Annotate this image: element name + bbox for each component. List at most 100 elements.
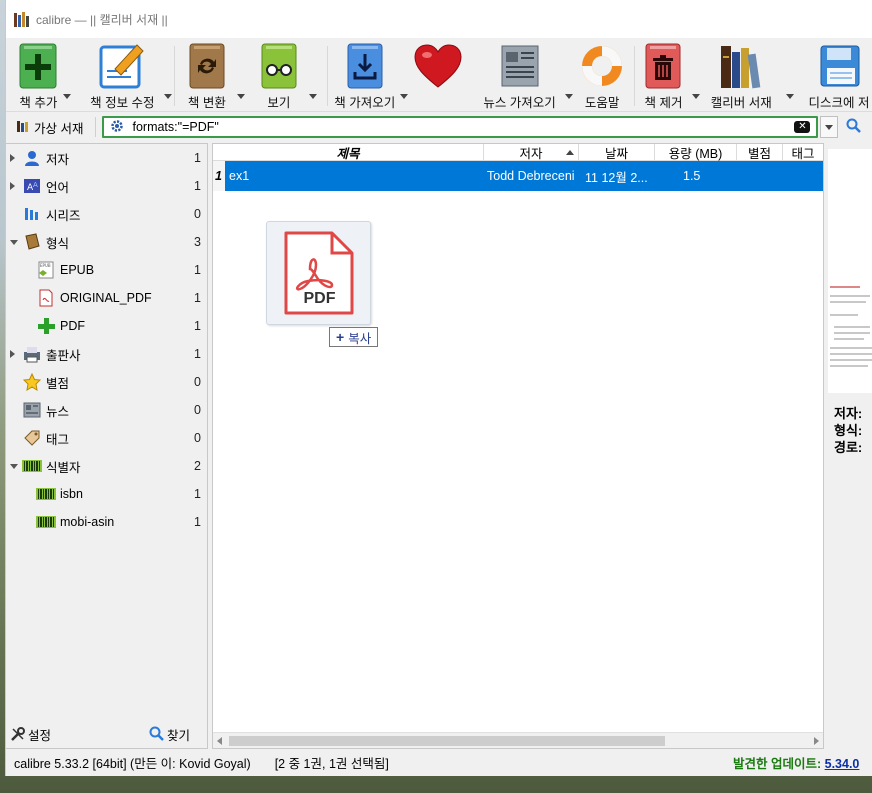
get-books-dropdown[interactable] <box>399 94 408 99</box>
horizontal-scrollbar[interactable] <box>213 732 823 748</box>
view-button[interactable]: 보기 <box>257 40 301 111</box>
book-size-cell[interactable]: 1.5 <box>655 169 737 183</box>
tag-browser-item-count: 1 <box>194 263 201 277</box>
donate-button[interactable] <box>412 40 465 92</box>
fetch-news-dropdown[interactable] <box>564 94 573 99</box>
main-area: 저자 1 A A 언어 1 시리즈 0 형식 3 EPUB EPUB 1 ORIGINAL_PDF 1 PDF… <box>6 143 872 749</box>
book-date-cell[interactable]: 11 12월 2... <box>579 167 655 186</box>
tag-browser-item[interactable]: A A 언어 1 <box>6 172 207 200</box>
tag-browser-tree: 저자 1 A A 언어 1 시리즈 0 형식 3 EPUB EPUB 1 ORIGINAL_PDF 1 PDF… <box>6 144 207 536</box>
search-icon[interactable] <box>846 118 862 137</box>
column-header-title[interactable]: 제목 <box>213 144 484 161</box>
tag-browser-item[interactable]: 태그 0 <box>6 424 207 452</box>
search-history-dropdown[interactable] <box>820 116 839 138</box>
column-header-author[interactable]: 저자 <box>484 144 579 161</box>
main-toolbar: 책 추가 책 정보 수정 책 변환 보기 책 가져오기 뉴스 가져오기 도움말 … <box>6 38 872 112</box>
copy-drop-tooltip: + 복사 <box>329 327 379 347</box>
column-header-rating[interactable]: 별점 <box>737 144 783 161</box>
selection-count: [2 중 1권, 1권 선택됨] <box>274 756 389 771</box>
get-books-button[interactable]: 책 가져오기 <box>332 40 398 111</box>
tag-browser-item-label: EPUB <box>60 263 95 277</box>
table-row[interactable]: 1 ex1 Todd Debreceni 11 12월 2... 1.5 <box>213 161 823 191</box>
view-dropdown[interactable] <box>308 94 317 99</box>
column-author-label: 저자 <box>519 146 543 161</box>
edit-metadata-icon <box>97 40 147 92</box>
chevron-right-icon[interactable] <box>10 154 15 162</box>
row-number: 1 <box>213 161 225 191</box>
tag-browser-item[interactable]: 출판사 1 <box>6 340 207 368</box>
find-button[interactable]: 찾기 <box>149 725 190 744</box>
add-book-icon <box>13 40 63 92</box>
search-query[interactable]: formats:"=PDF" <box>132 120 786 134</box>
fetch-news-label: 뉴스 가져오기 <box>483 96 556 110</box>
tag-browser-item-label: PDF <box>60 319 85 333</box>
star-icon <box>22 372 42 392</box>
book-title-cell[interactable]: ex1 <box>225 169 484 183</box>
tag-browser-item-count: 1 <box>194 291 201 305</box>
tag-browser-item-count: 1 <box>194 515 201 529</box>
details-format-label: 형식: <box>834 423 863 438</box>
scrollbar-thumb[interactable] <box>229 736 665 746</box>
chevron-right-icon[interactable] <box>10 350 15 358</box>
help-label: 도움말 <box>584 96 620 110</box>
virtual-library-label: 가상 서재 <box>34 121 84 136</box>
chevron-right-icon[interactable] <box>10 182 15 190</box>
tag-browser-item[interactable]: PDF 1 <box>6 312 207 340</box>
edit-metadata-label: 책 정보 수정 <box>90 96 155 110</box>
remove-books-dropdown[interactable] <box>692 94 701 99</box>
column-header-size[interactable]: 용량 (MB) <box>655 144 737 161</box>
tag-browser-item[interactable]: mobi-asin 1 <box>6 508 207 536</box>
title-bar: calibre — || 캘리버 서재 || <box>6 0 872 38</box>
chevron-down-icon[interactable] <box>10 463 18 469</box>
barcode-icon <box>36 512 56 532</box>
format-book-icon <box>22 232 42 252</box>
book-author-cell[interactable]: Todd Debreceni <box>484 169 579 183</box>
view-book-icon <box>254 40 304 92</box>
column-size-label: 용량 (MB) <box>668 146 723 161</box>
convert-book-icon <box>182 40 232 92</box>
book-cover-preview[interactable] <box>828 149 872 393</box>
save-to-disk-icon <box>814 40 864 92</box>
add-books-dropdown[interactable] <box>62 94 71 99</box>
tag-browser-item[interactable]: 형식 3 <box>6 228 207 256</box>
edit-metadata-dropdown[interactable] <box>163 94 172 99</box>
tag-browser-item[interactable]: EPUB EPUB 1 <box>6 256 207 284</box>
scroll-left-icon[interactable] <box>217 737 222 745</box>
tag-browser-item[interactable]: ORIGINAL_PDF 1 <box>6 284 207 312</box>
settings-button[interactable]: 설정 <box>10 725 51 744</box>
tag-browser-item-count: 0 <box>194 403 201 417</box>
gear-icon[interactable] <box>110 119 124 136</box>
edit-metadata-button[interactable]: 책 정보 수정 <box>85 40 160 111</box>
update-version-link[interactable]: 5.34.0 <box>825 757 860 771</box>
tag-browser-item[interactable]: isbn 1 <box>6 480 207 508</box>
tag-browser-item-label: 출판사 <box>46 348 81 363</box>
column-header-date[interactable]: 날짜 <box>579 144 655 161</box>
add-books-button[interactable]: 책 추가 <box>12 40 65 111</box>
language-icon: AA <box>22 176 42 196</box>
scroll-right-icon[interactable] <box>814 737 819 745</box>
convert-books-dropdown[interactable] <box>236 94 245 99</box>
help-button[interactable]: 도움말 <box>577 40 628 111</box>
tag-browser-item-count: 1 <box>194 151 201 165</box>
search-input[interactable]: formats:"=PDF" ✕ <box>102 116 819 138</box>
convert-books-button[interactable]: 책 변환 <box>185 40 229 111</box>
calibre-library-label: 캘리버 서재 <box>710 96 772 110</box>
toolbar-separator <box>173 46 175 106</box>
window-title: calibre — || 캘리버 서재 || <box>36 12 168 27</box>
calibre-library-button[interactable]: 캘리버 서재 <box>706 40 776 111</box>
calibre-library-dropdown[interactable] <box>786 94 795 99</box>
column-header-tags[interactable]: 태그 <box>783 144 823 161</box>
tag-browser-item[interactable]: 시리즈 0 <box>6 200 207 228</box>
update-label: 발견한 업데이트: <box>733 756 822 771</box>
tag-browser-item[interactable]: 저자 1 <box>6 144 207 172</box>
remove-books-button[interactable]: 책 제거 <box>638 40 688 111</box>
tag-browser-item[interactable]: 별점 0 <box>6 368 207 396</box>
clear-search-icon[interactable]: ✕ <box>794 121 811 133</box>
fetch-news-button[interactable]: 뉴스 가져오기 <box>474 40 564 111</box>
tag-browser-item[interactable]: 뉴스 0 <box>6 396 207 424</box>
chevron-down-icon[interactable] <box>10 239 18 245</box>
save-to-disk-label: 디스크에 저 <box>808 96 870 110</box>
tag-browser-item[interactable]: 식별자 2 <box>6 452 207 480</box>
save-to-disk-button[interactable]: 디스크에 저 <box>806 40 872 111</box>
virtual-library-button[interactable]: 가상 서재 <box>10 115 89 139</box>
